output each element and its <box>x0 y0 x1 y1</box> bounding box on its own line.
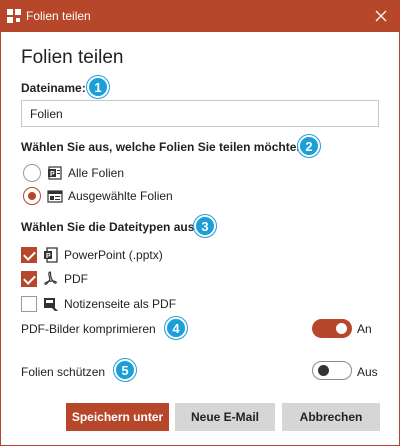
notes-page-icon <box>44 298 58 311</box>
callout-badge-1: 1 <box>87 76 109 98</box>
callout-badge-3: 3 <box>194 215 216 237</box>
protect-label: Folien schützen <box>21 365 106 379</box>
check-pptx-label: PowerPoint (.pptx) <box>64 248 163 262</box>
check-pptx[interactable]: P PowerPoint (.pptx) <box>21 245 163 265</box>
window-title: Folien teilen <box>26 9 91 23</box>
all-slides-icon: P <box>48 166 62 180</box>
svg-text:P: P <box>46 253 51 260</box>
callout-badge-4: 4 <box>165 317 187 339</box>
filename-input[interactable] <box>21 100 379 127</box>
compress-toggle-state: An <box>357 322 372 336</box>
protect-toggle-state: Aus <box>357 365 378 379</box>
selected-slides-icon <box>47 190 63 203</box>
slides-label: Wählen Sie aus, welche Folien Sie teilen… <box>21 140 308 154</box>
check-notes-pdf-box[interactable] <box>21 296 37 312</box>
check-pdf-label: PDF <box>64 272 88 286</box>
check-notes-pdf[interactable]: Notizenseite als PDF <box>21 294 176 314</box>
radio-selected-slides-label: Ausgewählte Folien <box>68 189 173 203</box>
filetypes-label: Wählen Sie die Dateitypen aus: <box>21 220 199 234</box>
radio-all-slides[interactable]: P Alle Folien <box>23 163 124 183</box>
compress-toggle[interactable] <box>312 319 352 338</box>
callout-badge-2: 2 <box>298 135 320 157</box>
close-button[interactable] <box>369 4 393 28</box>
radio-all-slides-button[interactable] <box>23 164 41 182</box>
powerpoint-icon: P <box>44 247 58 263</box>
radio-selected-slides-button[interactable] <box>23 187 41 205</box>
filename-label: Dateiname: <box>21 81 86 95</box>
radio-all-slides-label: Alle Folien <box>68 166 125 180</box>
svg-text:P: P <box>50 171 55 178</box>
check-pptx-box[interactable] <box>21 247 37 263</box>
cancel-button[interactable]: Abbrechen <box>282 403 380 431</box>
title-bar: Folien teilen <box>1 1 399 32</box>
check-pdf[interactable]: PDF <box>21 269 88 289</box>
dialog-heading: Folien teilen <box>21 47 124 68</box>
check-notes-pdf-label: Notizenseite als PDF <box>64 297 177 311</box>
compress-label: PDF-Bilder komprimieren <box>21 322 156 336</box>
check-pdf-box[interactable] <box>21 271 37 287</box>
new-email-button[interactable]: Neue E-Mail <box>175 403 275 431</box>
pdf-icon <box>44 271 57 285</box>
protect-toggle-knob <box>318 365 329 376</box>
save-as-button[interactable]: Speichern unter <box>66 403 169 431</box>
share-slides-dialog: Folien teilen Folien teilen Dateiname: 1… <box>0 0 400 446</box>
compress-toggle-knob <box>336 323 347 334</box>
callout-badge-5: 5 <box>114 359 136 381</box>
close-icon <box>375 10 387 22</box>
radio-selected-slides[interactable]: Ausgewählte Folien <box>23 186 173 206</box>
share-slides-app-icon <box>7 9 21 23</box>
protect-toggle[interactable] <box>312 361 352 380</box>
